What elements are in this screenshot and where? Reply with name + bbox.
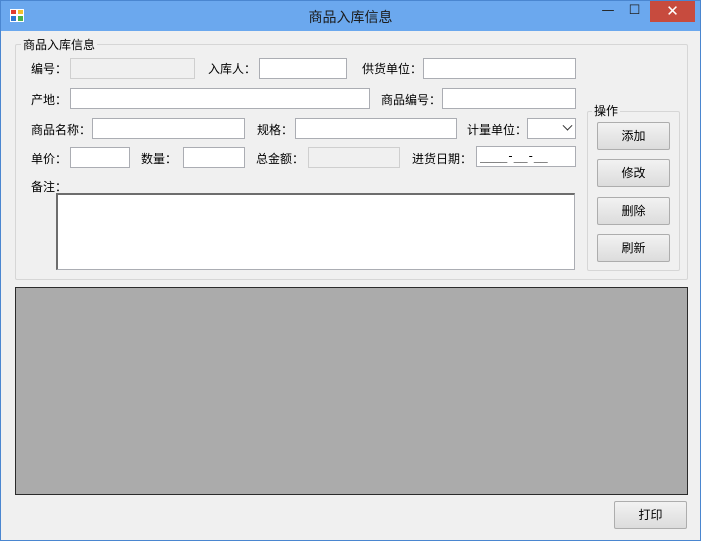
- edit-button[interactable]: 修改: [597, 159, 670, 187]
- minimize-button[interactable]: —: [595, 1, 621, 22]
- price-label: 单价：: [31, 152, 68, 166]
- unit-label: 计量单位：: [467, 123, 528, 137]
- code-input[interactable]: [70, 58, 195, 79]
- close-button[interactable]: ✕: [650, 1, 695, 22]
- product-code-input[interactable]: [442, 88, 576, 109]
- supplier-input[interactable]: [423, 58, 576, 79]
- quantity-input[interactable]: [183, 147, 245, 168]
- receiver-input[interactable]: [259, 58, 347, 79]
- product-code-label: 商品编号：: [381, 93, 442, 107]
- spec-label: 规格：: [257, 123, 294, 137]
- total-label: 总金额：: [256, 152, 305, 166]
- main-window: 商品入库信息 — ☐ ✕ 商品入库信息 编号： 入库人： 供货单位： 产地： 商…: [0, 0, 701, 541]
- records-grid[interactable]: [15, 287, 688, 495]
- code-label: 编号：: [31, 62, 68, 76]
- delete-button[interactable]: 删除: [597, 197, 670, 225]
- unit-select[interactable]: [527, 118, 576, 139]
- notes-textarea[interactable]: [56, 193, 575, 270]
- spec-input[interactable]: [295, 118, 457, 139]
- purchase-date-input[interactable]: ____-__-__: [476, 146, 576, 167]
- actions-group-title: 操作: [592, 102, 621, 119]
- origin-label: 产地：: [31, 93, 68, 107]
- quantity-label: 数量：: [141, 152, 178, 166]
- price-input[interactable]: [70, 147, 130, 168]
- chevron-down-icon: [562, 120, 573, 131]
- origin-input[interactable]: [70, 88, 370, 109]
- total-input[interactable]: [308, 147, 400, 168]
- print-button[interactable]: 打印: [614, 501, 687, 529]
- product-name-input[interactable]: [92, 118, 245, 139]
- refresh-button[interactable]: 刷新: [597, 234, 670, 262]
- supplier-label: 供货单位：: [362, 62, 423, 76]
- product-name-label: 商品名称：: [31, 123, 92, 137]
- product-entry-group-title: 商品入库信息: [21, 36, 98, 53]
- receiver-label: 入库人：: [208, 62, 257, 76]
- add-button[interactable]: 添加: [597, 122, 670, 150]
- purchase-date-label: 进货日期：: [412, 152, 473, 166]
- title-bar: 商品入库信息 — ☐ ✕: [1, 1, 700, 31]
- maximize-button[interactable]: ☐: [621, 1, 648, 22]
